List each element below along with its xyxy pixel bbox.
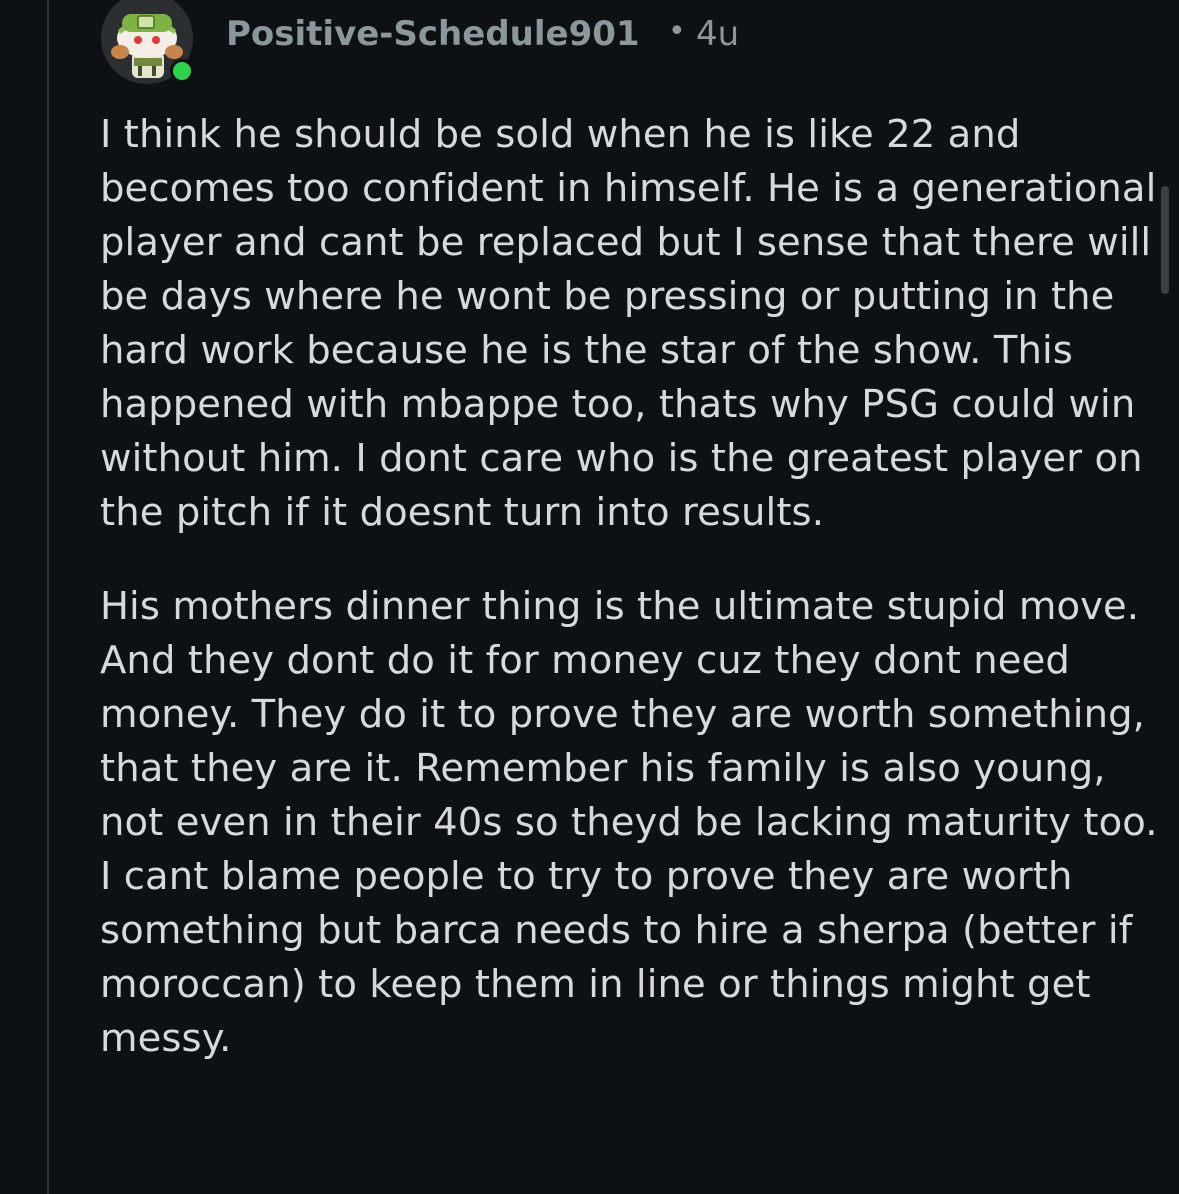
user-avatar[interactable] [100, 0, 194, 84]
comment-paragraph: His mothers dinner thing is the ultimate… [100, 584, 1158, 1061]
comment-paragraph: I think he should be sold when he is lik… [100, 112, 1157, 535]
online-status-icon [170, 59, 194, 83]
comment-header: Positive-Schedule901 • 4u [100, 0, 1170, 84]
comment-body: I think he should be sold when he is lik… [100, 108, 1168, 1066]
author-name[interactable]: Positive-Schedule901 [226, 14, 640, 54]
meta-separator: • [668, 14, 686, 49]
thread-line [47, 0, 49, 1194]
comment-timestamp: 4u [696, 14, 740, 54]
